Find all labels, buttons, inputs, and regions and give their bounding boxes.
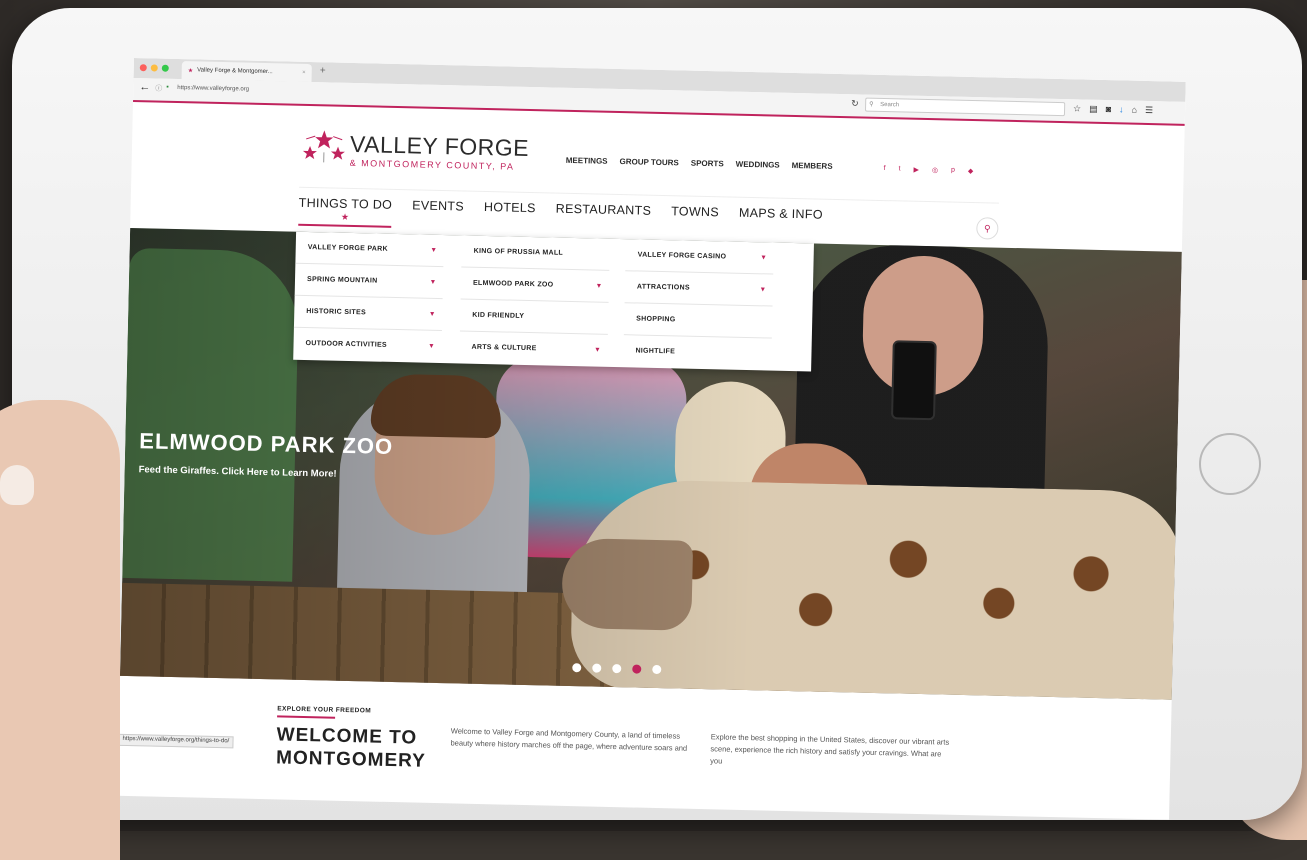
intro-eyebrow: EXPLORE YOUR FREEDOM [277,705,371,714]
dropdown-item-attractions[interactable]: ATTRACTIONS ▾ [625,271,774,306]
dropdown-column-3: VALLEY FORGE CASINO ▾ ATTRACTIONS ▾ SHOPPI… [623,239,774,369]
dropdown-item-label: VALLEY FORGE PARK [308,244,388,253]
dropdown-item-label: NIGHTLIFE [635,347,675,355]
caret-down-icon[interactable]: ▾ [761,274,766,305]
caret-down-icon[interactable]: ▾ [431,267,436,298]
dropdown-column-2: KING OF PRUSSIA MALL ELMWOOD PARK ZOO ▾ K… [459,235,610,365]
instagram-icon[interactable]: ◎ [932,166,938,174]
tab-close-icon[interactable]: × [302,70,306,76]
dropdown-item-valley-forge-casino[interactable]: VALLEY FORGE CASINO ▾ [625,239,774,274]
url-bar[interactable]: https://www.valleyforge.org [177,85,249,93]
nav-sports[interactable]: SPORTS [691,159,724,169]
snapchat-icon[interactable]: ◆ [968,167,974,175]
bookmark-star-icon[interactable]: ☆ [1073,103,1081,114]
caret-down-icon[interactable]: ▾ [429,331,434,362]
download-icon[interactable]: ↓ [1119,104,1124,115]
dropdown-item-label: KID FRIENDLY [472,312,524,320]
window-minimize-dot[interactable] [151,64,158,71]
facebook-icon[interactable]: f [884,165,886,173]
hamburger-menu-icon[interactable]: ☰ [1145,105,1153,116]
slider-dot-2[interactable] [592,664,601,673]
intro-eyebrow-rule [277,715,335,718]
caret-down-icon[interactable]: ▾ [597,271,602,302]
pinterest-icon[interactable]: p [951,167,955,175]
tablet-home-button[interactable] [1199,433,1261,495]
dropdown-item-king-of-prussia-mall[interactable]: KING OF PRUSSIA MALL [461,235,610,270]
logo-title: VALLEY FORGE [350,131,530,162]
twitter-icon[interactable]: t [899,165,901,173]
dropdown-item-label: ATTRACTIONS [637,283,690,291]
nav-meetings[interactable]: MEETINGS [566,156,608,166]
pocket-icon[interactable]: ◙ [1106,104,1112,115]
search-icon: ⚲ [869,99,874,111]
info-icon[interactable]: ⓘ [155,83,162,93]
caret-down-icon[interactable]: ▾ [761,242,766,273]
dropdown-item-spring-mountain[interactable]: SPRING MOUNTAIN ▾ [295,264,444,299]
dropdown-item-label: SHOPPING [636,315,676,323]
nav-maps-info[interactable]: MAPS & INFO [738,206,823,238]
dropdown-item-valley-forge-park[interactable]: VALLEY FORGE PARK ▾ [295,232,444,267]
tablet-screen: ★ Valley Forge & Montgomer... × + ← ⓘ ▪ … [117,58,1185,820]
dropdown-item-kid-friendly[interactable]: KID FRIENDLY [460,299,609,334]
nav-restaurants[interactable]: RESTAURANTS [555,202,651,234]
nav-towns[interactable]: TOWNS [671,204,719,235]
nav-things-to-do[interactable]: THINGS TO DO ★ [298,196,392,228]
dropdown-item-label: HISTORIC SITES [306,308,366,316]
intro-paragraph-1: Welcome to Valley Forge and Montgomery C… [450,725,694,755]
lock-icon: ▪ [166,84,169,91]
dropdown-item-shopping[interactable]: SHOPPING [624,303,773,338]
dropdown-item-label: KING OF PRUSSIA MALL [474,248,563,257]
search-icon: ⚲ [984,223,991,233]
caret-down-icon[interactable]: ▾ [432,235,437,266]
logo-stars-icon [302,128,347,169]
things-to-do-dropdown: VALLEY FORGE PARK ▾ SPRING MOUNTAIN ▾ HIST… [293,232,814,372]
intro-paragraph-2: Explore the best shopping in the United … [710,731,955,773]
social-links: f t ▶ ◎ p ◆ [884,165,974,175]
caret-down-icon[interactable]: ▾ [595,335,600,366]
nav-things-to-do-label: THINGS TO DO [299,196,393,212]
nav-group-tours[interactable]: GROUP TOURS [619,157,678,167]
nav-weddings[interactable]: WEDDINGS [736,160,780,170]
utility-nav: MEETINGS GROUP TOURS SPORTS WEDDINGS MEM… [566,156,833,171]
caret-down-icon[interactable]: ▾ [430,299,435,330]
search-placeholder: Search [880,102,899,108]
dropdown-item-historic-sites[interactable]: HISTORIC SITES ▾ [294,296,443,331]
intro-heading: WELCOME TO MONTGOMERY [276,723,447,773]
slider-dot-1[interactable] [572,663,581,672]
nav-hotels[interactable]: HOTELS [483,200,535,231]
slider-dot-3[interactable] [612,664,621,673]
dropdown-item-label: OUTDOOR ACTIVITIES [305,340,387,349]
dropdown-item-nightlife[interactable]: NIGHTLIFE [623,335,772,369]
new-tab-button[interactable]: + [320,65,326,76]
site-logo[interactable]: VALLEY FORGE & MONTGOMERY COUNTY, PA [301,128,532,177]
dropdown-item-label: VALLEY FORGE CASINO [638,251,727,260]
reload-icon[interactable]: ↻ [851,98,859,109]
nav-members[interactable]: MEMBERS [792,161,833,171]
browser-search-input[interactable]: ⚲ Search [865,98,1065,117]
tab-title: Valley Forge & Montgomer... [197,67,273,75]
dropdown-item-elmwood-park-zoo[interactable]: ELMWOOD PARK ZOO ▾ [461,267,610,302]
active-star-icon: ★ [341,212,350,223]
site-search-button[interactable]: ⚲ [976,217,998,239]
dropdown-item-label: ELMWOOD PARK ZOO [473,280,554,289]
dropdown-item-label: ARTS & CULTURE [471,344,536,352]
window-maximize-dot[interactable] [162,65,169,72]
main-nav: THINGS TO DO ★ EVENTS HOTELS RESTAURANTS… [298,196,823,238]
youtube-icon[interactable]: ▶ [913,166,919,174]
slider-dot-4[interactable] [632,664,641,673]
dropdown-item-outdoor-activities[interactable]: OUTDOOR ACTIVITIES ▾ [293,328,442,362]
back-arrow-icon[interactable]: ← [139,81,150,93]
browser-toolbar: ☆ ▤ ◙ ↓ ⌂ ☰ [1073,103,1153,116]
window-close-dot[interactable] [140,64,147,71]
browser-status-bar: https://www.valleyforge.org/things-to-do… [118,734,233,749]
left-thumbnail [0,465,34,505]
dropdown-column-1: VALLEY FORGE PARK ▾ SPRING MOUNTAIN ▾ HIST… [293,232,444,362]
clipboard-icon[interactable]: ▤ [1089,104,1098,115]
dropdown-item-label: SPRING MOUNTAIN [307,276,378,285]
dropdown-item-arts-culture[interactable]: ARTS & CULTURE ▾ [459,331,608,365]
slider-dot-5[interactable] [652,665,661,674]
tab-favicon-icon: ★ [188,67,194,74]
nav-events[interactable]: EVENTS [412,198,464,229]
home-icon[interactable]: ⌂ [1131,105,1137,116]
